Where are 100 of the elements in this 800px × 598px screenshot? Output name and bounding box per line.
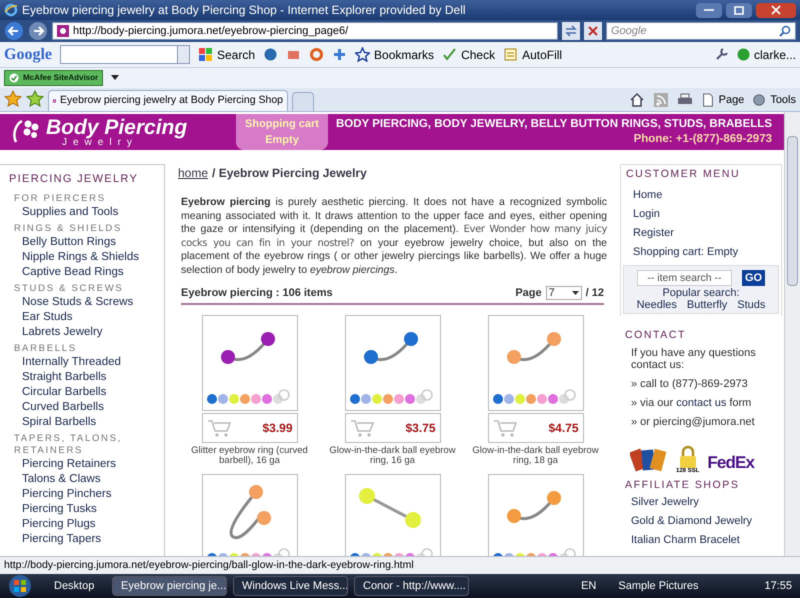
language-indicator[interactable]: EN <box>581 578 596 594</box>
toolbar-button[interactable]: Bookmarks <box>355 46 434 64</box>
minimize-icon <box>704 9 714 11</box>
search-input[interactable]: Google <box>607 23 779 39</box>
command-menu-button[interactable]: Page <box>700 92 744 108</box>
intro-paragraph: Eyebrow piercing is purely aesthetic piercing. It does not have a recognized symbolic meaning associated with it. It draws attention to the upper face and eyes, either opening the gaze or intensifying it (depending on the placement). Ever Wonder how many juicy cocks you can fin in your nostrel? on your eyebrow jewelry choice, but also on the placement of the eyebrow rings ( or other jewelry piercings like barbells). We offer a huge selection of body jewelry to eyebrow piercings. <box>180 196 607 277</box>
browser-logo-icon <box>4 3 18 17</box>
taskbar-button[interactable]: Eyebrow piercing je... <box>112 576 227 596</box>
tray-toolbar-label[interactable]: Sample Pictures <box>618 578 698 594</box>
category-heading: RINGS & SHIELDS <box>13 222 124 234</box>
close-button[interactable] <box>756 2 796 18</box>
forward-button[interactable] <box>28 21 48 41</box>
form-icon <box>503 47 518 62</box>
contact-line: form <box>729 396 752 410</box>
quick-launch-toolbar-label[interactable]: Desktop <box>46 578 106 594</box>
category-link[interactable]: Piercing Retainers <box>9 456 164 472</box>
category-heading: TAPERS, TALONS, RETAINERS <box>13 432 124 456</box>
toolbar-button[interactable]: Search <box>198 46 256 64</box>
toolbar-button[interactable]: AutoFill <box>503 46 562 64</box>
user-button[interactable]: clarke... <box>736 46 796 64</box>
popular-search-link[interactable]: Butterfly <box>686 298 728 311</box>
category-link[interactable]: Labrets Jewelry <box>9 324 164 340</box>
listing-title: Eyebrow piercing : 106 items <box>181 286 333 301</box>
command-menu-button[interactable]: Tools <box>752 92 796 108</box>
search-field[interactable]: Google <box>606 22 796 40</box>
address-field[interactable]: http://body-piercing.jumora.net/eyebrow-piercing_page6/ <box>52 22 558 40</box>
taskbar-button[interactable]: Conor - http://www.... <box>354 576 469 596</box>
clock: 17:55 <box>764 578 792 594</box>
product-name-link[interactable]: Glitter eyebrow ring (curved barbell), 16 ga <box>178 446 320 466</box>
item-search-field[interactable]: -- item search -- <box>636 270 732 286</box>
category-link[interactable]: Circular Barbells <box>9 384 164 400</box>
menu-link[interactable]: Shopping cart: Empty <box>623 242 779 262</box>
back-button[interactable] <box>4 21 24 41</box>
category-link[interactable]: Spiral Barbells <box>9 414 164 430</box>
section-title: CUSTOMER MENU <box>625 167 742 182</box>
refresh-button[interactable] <box>562 22 580 40</box>
menu-link[interactable]: Login <box>623 204 779 224</box>
minimize-button[interactable] <box>696 2 722 18</box>
category-link[interactable]: Piercing Tusks <box>9 502 164 516</box>
category-link[interactable]: Ear Studs <box>9 310 164 324</box>
add-favorite-icon[interactable] <box>26 90 44 108</box>
checkmark-icon <box>442 47 458 62</box>
checkmark-icon <box>9 73 19 83</box>
category-link[interactable]: Captive Bead Rings <box>9 264 164 280</box>
sidebar-title: PIERCING JEWELRY <box>9 172 140 187</box>
popular-search-link[interactable]: Needles <box>636 298 677 311</box>
squares-icon <box>198 47 213 62</box>
close-icon <box>771 5 781 15</box>
feed-icon[interactable] <box>652 92 669 108</box>
category-link[interactable]: Internally Threaded <box>9 354 164 370</box>
plus-icon[interactable] <box>332 47 348 62</box>
cart-status: Empty <box>265 133 299 148</box>
google-logo: Google <box>4 44 52 64</box>
toolbar-search-field[interactable] <box>60 45 190 64</box>
product-name-link[interactable]: Glow-in-the-dark ball eyebrow ring, 18 ga <box>464 446 606 466</box>
category-link[interactable]: Belly Button Rings <box>9 234 164 250</box>
contact-line: » call to (877)-869-2973 <box>631 376 748 392</box>
stop-button[interactable] <box>584 22 602 40</box>
siteadvisor-button[interactable]: McAfee SiteAdvisor <box>4 70 104 86</box>
product-name-link[interactable]: Glow-in-the-dark ball eyebrow ring, 16 ga <box>322 446 464 466</box>
menu-link[interactable]: Register <box>623 224 779 243</box>
home-icon[interactable] <box>628 92 645 108</box>
affiliate-link[interactable]: Silver Jewelry <box>620 493 782 512</box>
home-link[interactable]: home <box>178 164 208 182</box>
category-link[interactable]: Curved Barbells <box>9 400 164 414</box>
menu-link[interactable]: Home <box>623 186 779 205</box>
category-link[interactable]: Nipple Rings & Shields <box>9 250 164 264</box>
padlock-icon <box>678 446 698 468</box>
wrench-icon[interactable] <box>714 47 729 62</box>
site-favicon-icon <box>57 25 69 37</box>
page-label: Page <box>515 286 542 301</box>
dropdown-caret-icon <box>572 290 579 296</box>
page-select[interactable]: 7 <box>546 286 582 300</box>
favorites-star-icon[interactable] <box>4 90 22 108</box>
breadcrumb-current: / Eyebrow Piercing Jewelry <box>212 165 367 182</box>
logo-title: Body Piercing <box>46 116 188 138</box>
browser-tab[interactable]: Eyebrow piercing jewelry at Body Piercing Shop <box>48 90 288 111</box>
toolbar-button[interactable]: Check <box>442 46 496 64</box>
go-button[interactable]: GO <box>742 270 766 286</box>
category-link[interactable]: Supplies and Tools <box>9 204 164 220</box>
contact-text: If you have any questions contact us: <box>630 346 757 370</box>
category-heading: BARBELLS <box>13 342 78 354</box>
maximize-button[interactable] <box>726 2 752 18</box>
category-link[interactable]: Piercing Pinchers <box>9 486 164 502</box>
affiliate-link[interactable]: Gold & Diamond Jewelry <box>620 512 782 532</box>
category-link[interactable]: Nose Studs & Screws <box>9 294 164 310</box>
affiliate-link[interactable]: Italian Charm Bracelet <box>620 531 782 550</box>
category-link[interactable]: Straight Barbells <box>9 370 164 384</box>
logo-subtitle: Jewelry <box>62 138 138 148</box>
contact-form-link[interactable]: contact us <box>676 394 726 412</box>
scrollbar[interactable] <box>784 112 800 556</box>
category-link[interactable]: Piercing Tapers <box>9 532 164 546</box>
dropdown-caret-icon[interactable] <box>111 75 120 81</box>
popular-search-link[interactable]: Studs <box>737 298 766 311</box>
search-icon <box>779 25 791 37</box>
taskbar-button[interactable]: Windows Live Mess... <box>233 576 348 596</box>
category-link[interactable]: Talons & Claws <box>9 472 164 486</box>
category-link[interactable]: Piercing Plugs <box>9 516 164 532</box>
page-icon <box>700 92 715 107</box>
product-price: $4.75 <box>548 420 578 436</box>
